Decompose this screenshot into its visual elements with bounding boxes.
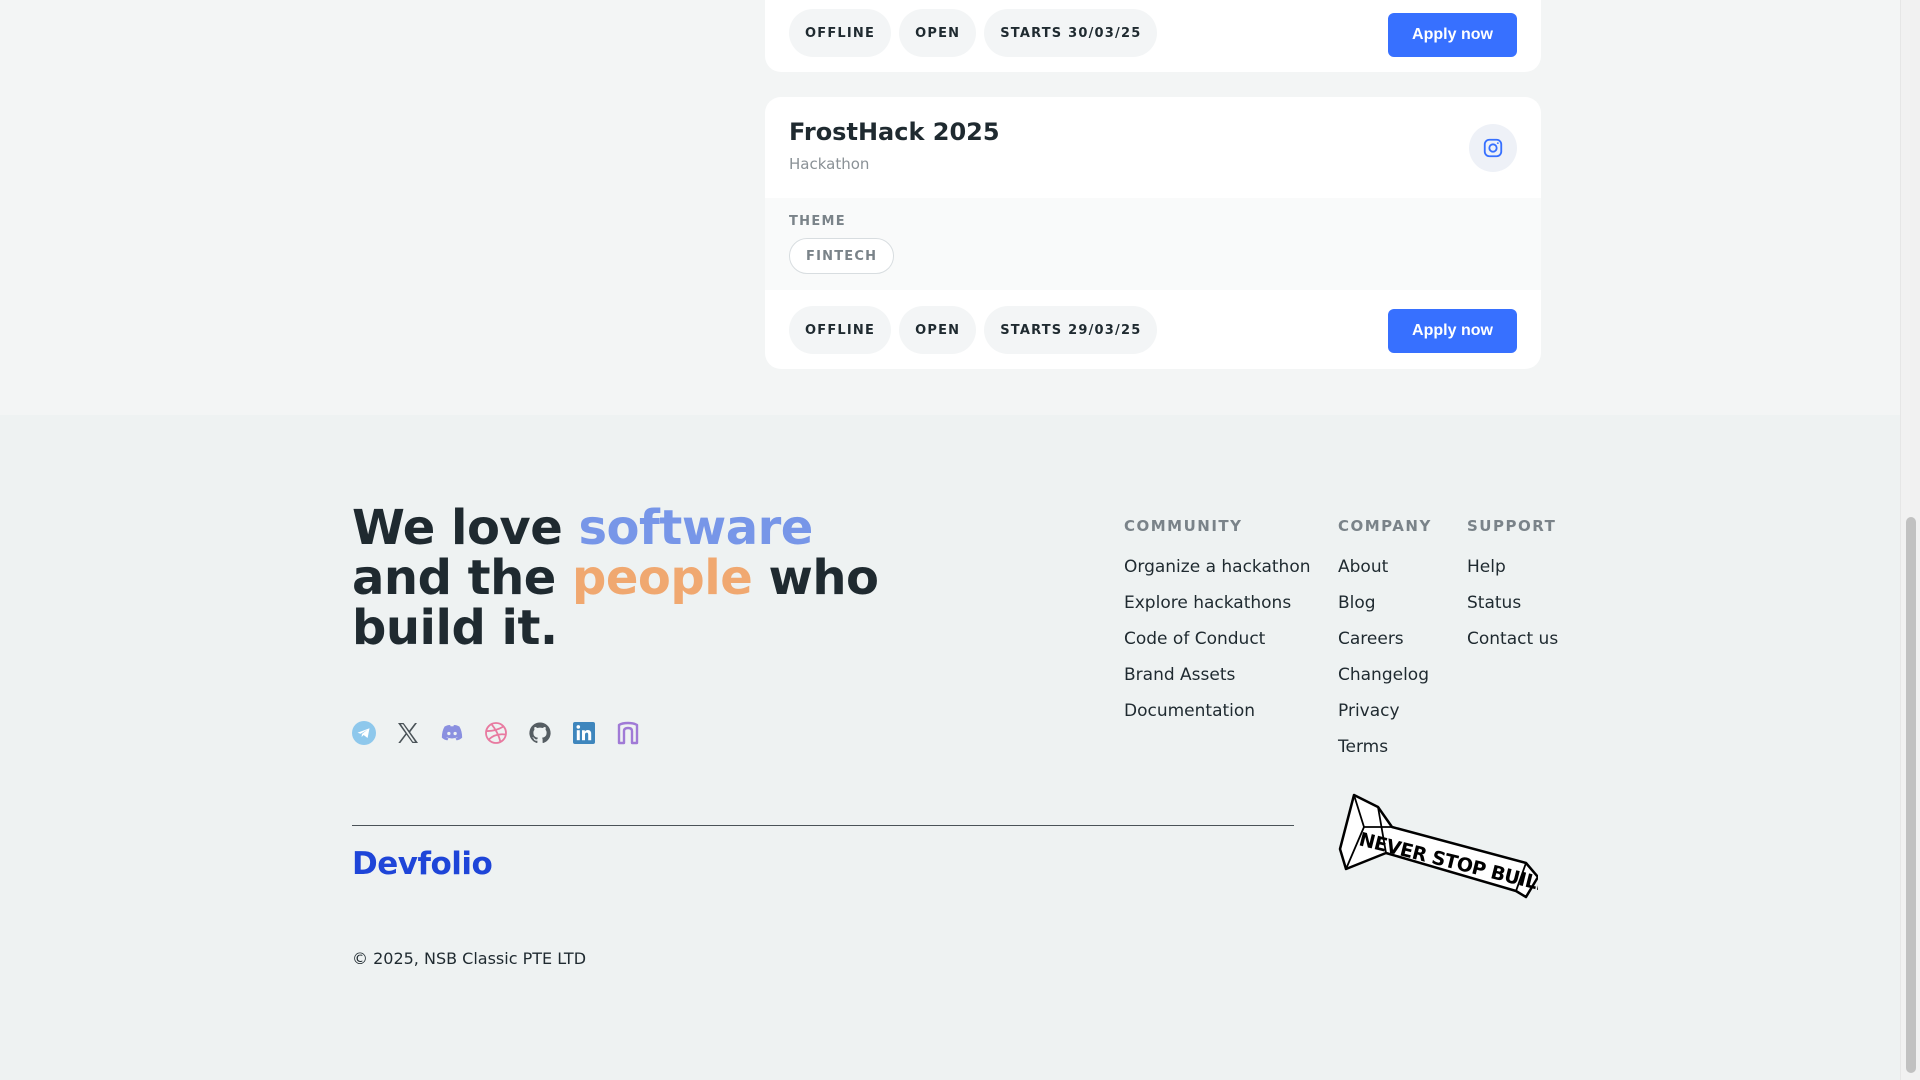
footer-link-careers[interactable]: Careers: [1338, 625, 1432, 661]
mode-chip: OFFLINE: [789, 9, 892, 57]
scrollbar-thumb[interactable]: [1906, 517, 1916, 1073]
footer-link-documentation[interactable]: Documentation: [1124, 697, 1311, 733]
dribbble-link[interactable]: [484, 721, 508, 745]
footer-column-company: COMPANY About Blog Careers Changelog Pri…: [1338, 517, 1432, 769]
tagline-text: build it.: [352, 600, 558, 656]
tagline-highlight-people: people: [572, 550, 753, 606]
footer-column-support: SUPPORT Help Status Contact us: [1467, 517, 1558, 661]
never-stop-building-logo: NEVER STOP BUILDING: [1338, 793, 1538, 899]
footer-link-blog[interactable]: Blog: [1338, 589, 1432, 625]
footer-divider: [352, 825, 1294, 826]
discord-link[interactable]: [440, 721, 464, 745]
footer-link-privacy[interactable]: Privacy: [1338, 697, 1432, 733]
instagram-icon: [1483, 138, 1503, 158]
footer-link-status[interactable]: Status: [1467, 589, 1558, 625]
column-heading: COMMUNITY: [1124, 517, 1243, 535]
devfolio-logo[interactable]: Devfolio: [352, 846, 493, 882]
footer-tagline: We love software and the people who buil…: [352, 500, 879, 656]
status-chip: OPEN: [899, 306, 977, 354]
status-chip: OPEN: [899, 9, 977, 57]
instagram-link[interactable]: [1469, 124, 1517, 172]
theme-section: THEME FINTECH: [765, 198, 1541, 290]
hackathon-type: Hackathon: [789, 155, 870, 173]
footer-link-about[interactable]: About: [1338, 553, 1432, 589]
linkedin-icon: [573, 722, 595, 744]
tagline-highlight-software: software: [578, 500, 813, 556]
start-date-chip: STARTS 30/03/25: [984, 9, 1158, 57]
discord-icon: [441, 725, 463, 741]
footer-link-terms[interactable]: Terms: [1338, 733, 1432, 769]
column-heading: COMPANY: [1338, 517, 1432, 535]
telegram-link[interactable]: [352, 721, 376, 745]
devfolio-arch-icon: [617, 721, 639, 745]
footer-link-changelog[interactable]: Changelog: [1338, 661, 1432, 697]
tagline-text: and the: [352, 550, 573, 606]
tagline-text: who: [752, 550, 879, 606]
hackathon-title[interactable]: FrostHack 2025: [789, 118, 1000, 146]
footer-link-explore-hackathons[interactable]: Explore hackathons: [1124, 589, 1311, 625]
x-icon: [398, 723, 418, 743]
card-chips: OFFLINE OPEN STARTS 30/03/25: [789, 9, 1158, 57]
footer-link-brand-assets[interactable]: Brand Assets: [1124, 661, 1311, 697]
social-links: [352, 721, 640, 745]
copyright-text: © 2025, NSB Classic PTE LTD: [352, 949, 587, 968]
page-scrollbar[interactable]: [1900, 0, 1920, 1080]
x-link[interactable]: [396, 721, 420, 745]
mode-chip: OFFLINE: [789, 306, 892, 354]
card-chips: OFFLINE OPEN STARTS 29/03/25: [789, 306, 1158, 354]
hackathon-card[interactable]: FrostHack 2025 Hackathon THEME FINTECH O…: [765, 97, 1541, 369]
hackathon-card: OFFLINE OPEN STARTS 30/03/25 Apply now: [765, 0, 1541, 72]
site-footer: We love software and the people who buil…: [0, 415, 1900, 1080]
tagline-text: We love: [352, 500, 579, 556]
footer-link-code-of-conduct[interactable]: Code of Conduct: [1124, 625, 1311, 661]
theme-label: THEME: [789, 214, 846, 229]
hackathon-list: OFFLINE OPEN STARTS 30/03/25 Apply now F…: [0, 0, 1900, 415]
footer-link-organize-hackathon[interactable]: Organize a hackathon: [1124, 553, 1311, 589]
github-link[interactable]: [528, 721, 552, 745]
apply-now-button[interactable]: Apply now: [1388, 309, 1517, 353]
linkedin-link[interactable]: [572, 721, 596, 745]
footer-link-contact-us[interactable]: Contact us: [1467, 625, 1558, 661]
footer-column-community: COMMUNITY Organize a hackathon Explore h…: [1124, 517, 1311, 733]
column-heading: SUPPORT: [1467, 517, 1557, 535]
apply-now-button[interactable]: Apply now: [1388, 13, 1517, 57]
devfolio-arch-link[interactable]: [616, 721, 640, 745]
theme-chip: FINTECH: [789, 238, 895, 274]
telegram-icon: [352, 721, 376, 745]
start-date-chip: STARTS 29/03/25: [984, 306, 1158, 354]
github-icon: [529, 722, 551, 744]
dribbble-icon: [485, 722, 507, 744]
footer-link-help[interactable]: Help: [1467, 553, 1558, 589]
